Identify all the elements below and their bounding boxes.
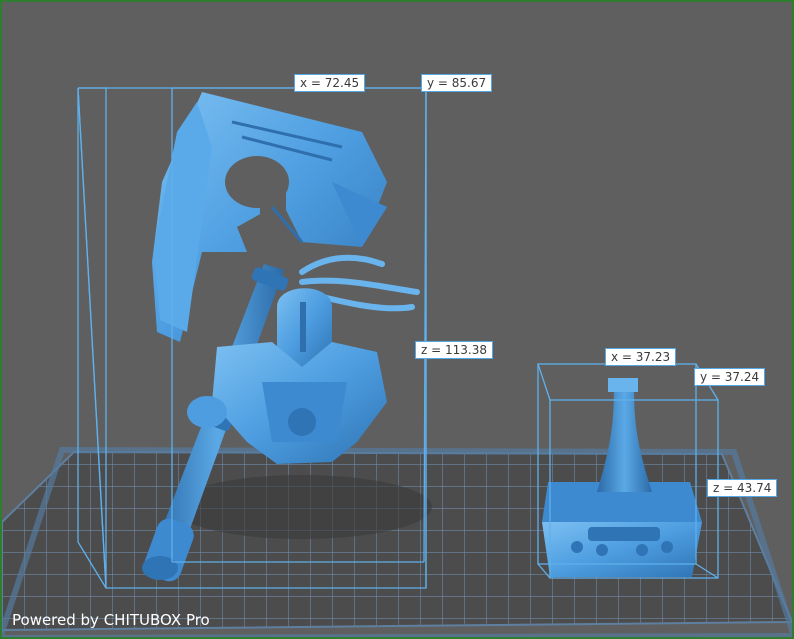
pedestal-dimension-x-label: x = 37.23 — [605, 348, 677, 366]
scene-canvas — [2, 87, 792, 637]
watermark: Powered by CHITUBOX Pro — [12, 611, 210, 629]
axe-dimension-x-label: x = 72.45 — [294, 74, 366, 92]
axe-dimension-z-label: z = 113.38 — [415, 341, 493, 359]
model-shadow — [172, 475, 432, 539]
3d-viewport[interactable]: x = 72.45 y = 85.67 z = 113.38 x = 37.23… — [0, 0, 794, 639]
axe-dimension-y-label: y = 85.67 — [421, 74, 493, 92]
pedestal-dimension-y-label: y = 37.24 — [694, 368, 766, 386]
pedestal-dimension-z-label: z = 43.74 — [707, 479, 778, 497]
